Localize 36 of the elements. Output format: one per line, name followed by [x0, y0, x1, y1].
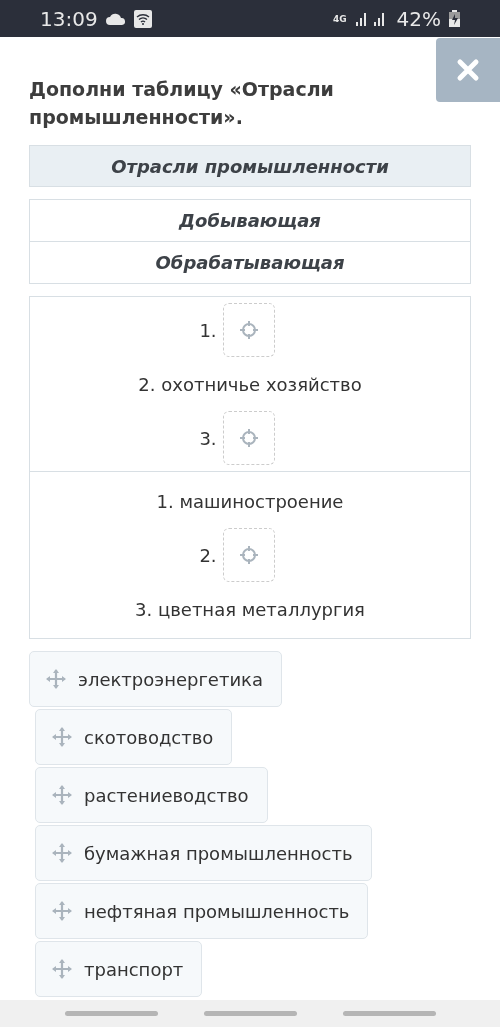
battery-icon	[449, 10, 460, 27]
move-icon	[52, 959, 72, 979]
move-icon	[52, 727, 72, 747]
move-icon	[52, 901, 72, 921]
battery-level: 42%	[396, 6, 441, 31]
question-title: Дополни таблицу «Отрасли промышленности».	[29, 77, 335, 130]
category-cell: Обрабатывающая	[30, 241, 470, 283]
move-icon	[52, 843, 72, 863]
answer-text: 3. цветная металлургия	[135, 598, 365, 620]
item-number: 1.	[199, 319, 217, 341]
wifi-icon	[133, 9, 152, 28]
target-icon	[238, 320, 259, 340]
target-icon	[238, 428, 259, 448]
drop-zone[interactable]	[222, 528, 275, 582]
move-icon	[46, 669, 66, 689]
clock: 13:09	[40, 6, 98, 31]
move-icon	[52, 785, 72, 805]
draggable-option[interactable]: транспорт	[35, 941, 203, 997]
drop-zone[interactable]	[222, 411, 275, 465]
network-label: 4G	[332, 13, 347, 24]
draggable-option[interactable]: нефтяная промышленность	[35, 883, 369, 939]
draggable-option[interactable]: бумажная промышленность	[35, 825, 372, 881]
cloud-icon	[105, 12, 126, 25]
target-icon	[238, 545, 259, 565]
draggable-option[interactable]: растениеводство	[35, 767, 268, 823]
draggable-option[interactable]: электроэнергетика	[29, 651, 283, 707]
answer-text: 1. машиностроение	[156, 490, 344, 512]
answer-text: 2. охотничье хозяйство	[138, 373, 362, 395]
category-cell-text: Добывающая	[177, 209, 322, 233]
drop-zone[interactable]	[222, 303, 275, 357]
item-number: 2.	[199, 544, 217, 566]
draggable-option[interactable]: скотоводство	[35, 709, 233, 765]
close-icon	[456, 58, 480, 82]
item-number: 3.	[199, 427, 217, 449]
close-button[interactable]	[436, 38, 500, 102]
table-header: Отрасли промышленности	[29, 145, 471, 187]
